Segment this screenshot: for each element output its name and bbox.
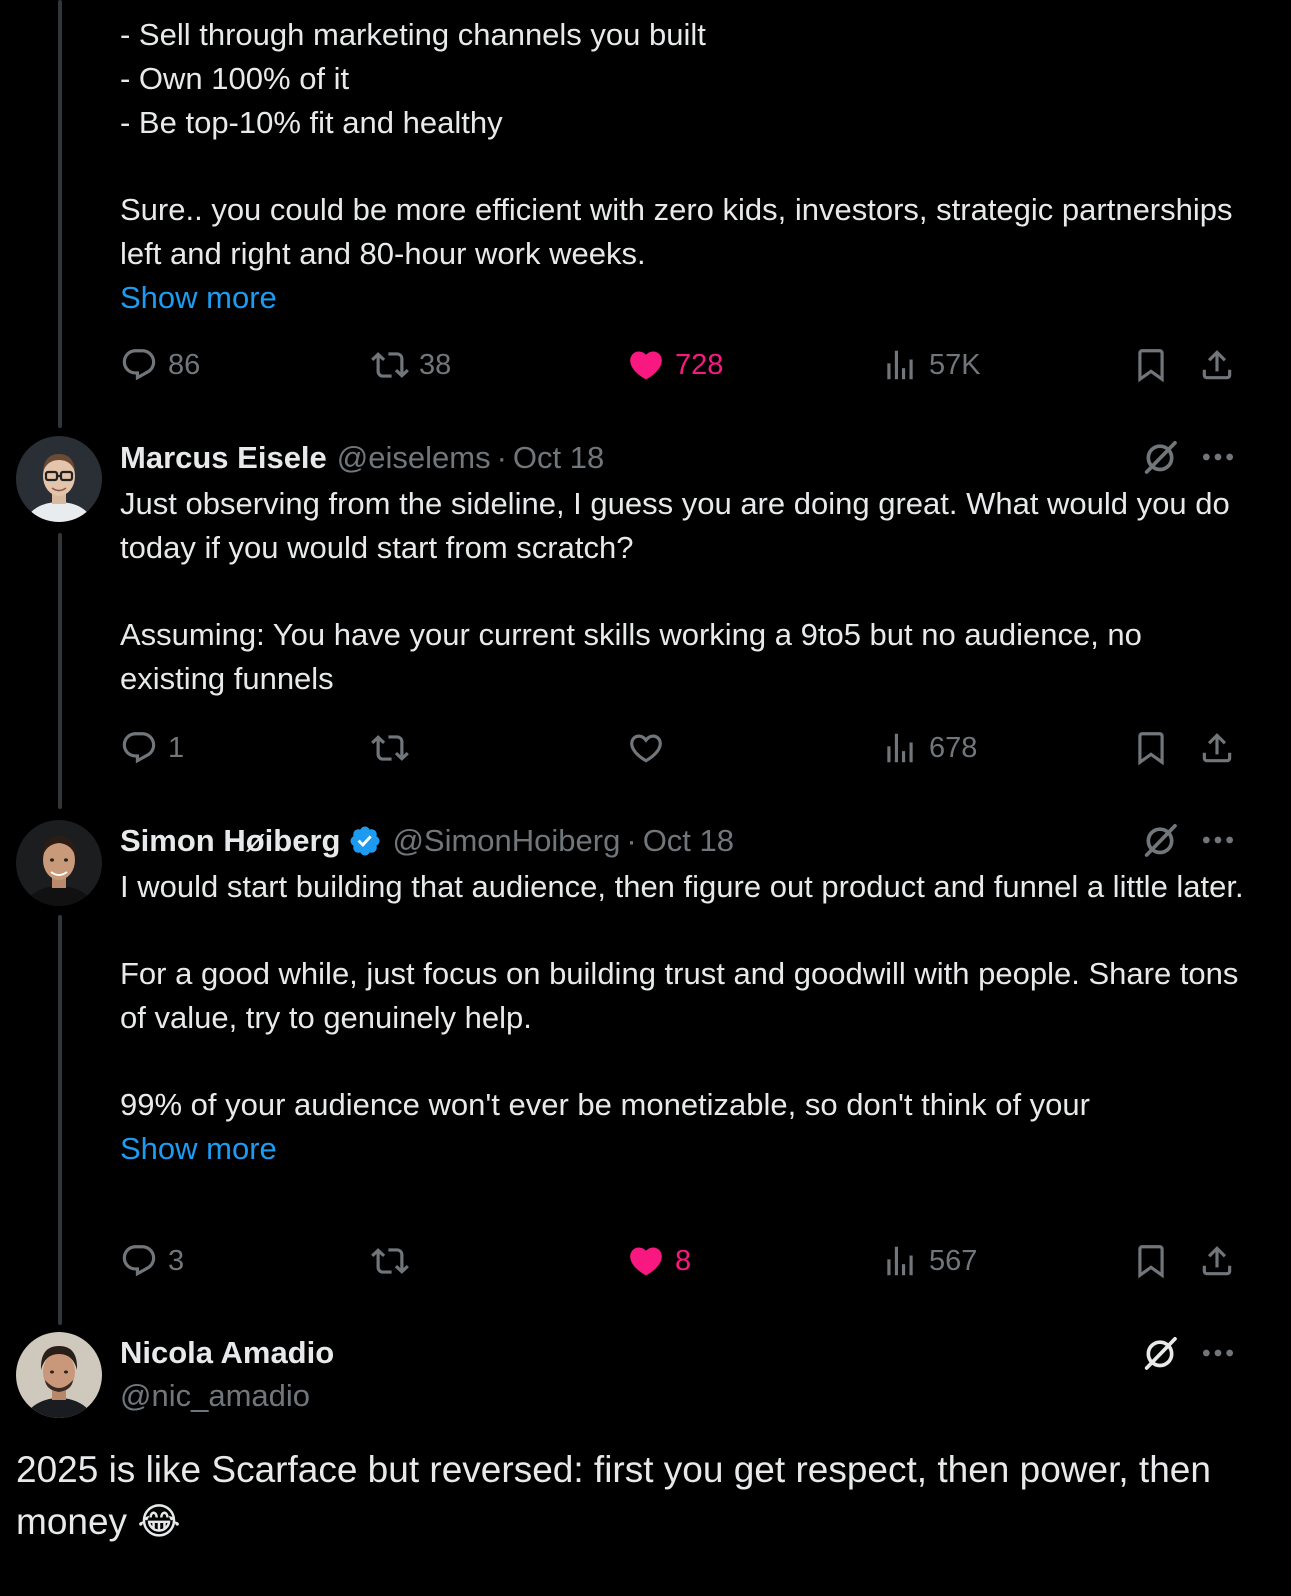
heart-filled-icon <box>627 1242 665 1280</box>
like-button[interactable]: 8 <box>627 1239 691 1283</box>
bookmark-icon <box>1132 729 1170 767</box>
tweet-paragraph: Just observing from the sideline, I gues… <box>120 486 1239 565</box>
tweet-line: - Be top-10% fit and healthy <box>120 105 503 140</box>
tweet-actions: 86 38 728 57K <box>120 343 1250 387</box>
tweet-header: Simon Høiberg @SimonHoiberg · Oct 18 <box>120 819 734 863</box>
more-icon <box>1198 437 1238 477</box>
views-icon <box>881 346 919 384</box>
repost-icon <box>371 729 409 767</box>
tweet-date[interactable]: Oct 18 <box>513 436 604 480</box>
repost-icon <box>371 1242 409 1280</box>
bookmark-button[interactable] <box>1132 343 1170 387</box>
verified-badge-icon[interactable] <box>348 824 382 858</box>
author-name[interactable]: Nicola Amadio <box>120 1331 334 1375</box>
share-icon <box>1198 1242 1236 1280</box>
more-options-button[interactable] <box>1198 1333 1238 1373</box>
tweet-header: Nicola Amadio <box>120 1331 334 1375</box>
bookmark-button[interactable] <box>1132 726 1170 770</box>
tweet-paragraph: Assuming: You have your current skills w… <box>120 617 1151 696</box>
repost-button[interactable]: 38 <box>371 343 451 387</box>
tweet-paragraph: I would start building that audience, th… <box>120 869 1244 904</box>
repost-count: 38 <box>419 348 452 381</box>
share-button[interactable] <box>1198 726 1236 770</box>
author-name[interactable]: Marcus Eisele <box>120 436 327 480</box>
more-icon <box>1198 820 1238 860</box>
tweet-text: I would start building that audience, th… <box>120 865 1250 1171</box>
tweet-paragraph: Sure.. you could be more efficient with … <box>120 192 1242 271</box>
like-button[interactable] <box>627 726 665 770</box>
tweet-paragraph: 99% of your audience won't ever be monet… <box>120 1087 1090 1122</box>
repost-button[interactable] <box>371 726 409 770</box>
author-handle[interactable]: @eiselems <box>337 436 491 480</box>
reply-button[interactable]: 3 <box>120 1239 184 1283</box>
tweet-actions: 1 678 <box>120 726 1250 770</box>
grok-button[interactable] <box>1140 820 1180 860</box>
views-button[interactable]: 678 <box>881 726 977 770</box>
grok-icon <box>1140 1333 1180 1373</box>
separator-dot: · <box>626 823 637 858</box>
tweet-line: - Sell through marketing channels you bu… <box>120 17 706 52</box>
views-icon <box>881 1242 919 1280</box>
grok-icon <box>1140 820 1180 860</box>
more-icon <box>1198 1333 1238 1373</box>
reply-count: 1 <box>168 731 185 764</box>
main-tweet-text: 2025 is like Scarface but reversed: firs… <box>16 1449 1211 1542</box>
tweet-line: - Own 100% of it <box>120 61 350 96</box>
like-button[interactable]: 728 <box>627 343 723 387</box>
bookmark-button[interactable] <box>1132 1239 1170 1283</box>
view-count: 57K <box>929 348 981 381</box>
tweet-header: Marcus Eisele @eiselems · Oct 18 <box>120 436 604 480</box>
author-name[interactable]: Simon Høiberg <box>120 819 340 863</box>
reply-count: 86 <box>168 348 201 381</box>
reply-button[interactable]: 86 <box>120 343 200 387</box>
tweet-text: Just observing from the sideline, I gues… <box>120 482 1250 701</box>
reply-count: 3 <box>168 1244 185 1277</box>
heart-icon <box>627 729 665 767</box>
share-icon <box>1198 346 1236 384</box>
tweet-actions: 3 8 567 <box>120 1239 1250 1283</box>
repost-button[interactable] <box>371 1239 409 1283</box>
view-count: 678 <box>929 731 978 764</box>
author-handle[interactable]: @SimonHoiberg <box>392 819 620 863</box>
avatar[interactable] <box>16 436 102 522</box>
avatar[interactable] <box>16 820 102 906</box>
grok-button[interactable] <box>1140 437 1180 477</box>
avatar-image <box>16 1332 102 1418</box>
share-button[interactable] <box>1198 343 1236 387</box>
reply-icon <box>120 1242 158 1280</box>
show-more-link[interactable]: Show more <box>120 1127 1250 1171</box>
like-count: 728 <box>675 348 724 381</box>
thread-line <box>58 915 62 1325</box>
bookmark-icon <box>1132 346 1170 384</box>
tweet-paragraph: For a good while, just focus on building… <box>120 956 1248 1035</box>
tweet-date[interactable]: Oct 18 <box>643 819 734 863</box>
heart-filled-icon <box>627 346 665 384</box>
views-icon <box>881 729 919 767</box>
view-count: 567 <box>929 1244 978 1277</box>
reply-icon <box>120 346 158 384</box>
thread-line <box>58 0 62 428</box>
more-options-button[interactable] <box>1198 437 1238 477</box>
more-options-button[interactable] <box>1198 820 1238 860</box>
reply-icon <box>120 729 158 767</box>
avatar-image <box>16 436 102 522</box>
share-icon <box>1198 729 1236 767</box>
show-more-link[interactable]: Show more <box>120 276 1250 320</box>
grok-icon <box>1140 437 1180 477</box>
repost-icon <box>371 346 409 384</box>
like-count: 8 <box>675 1244 692 1277</box>
avatar-image <box>16 820 102 906</box>
grok-button[interactable] <box>1140 1333 1180 1373</box>
share-button[interactable] <box>1198 1239 1236 1283</box>
reply-button[interactable]: 1 <box>120 726 184 770</box>
author-handle[interactable]: @nic_amadio <box>120 1374 310 1418</box>
avatar[interactable] <box>16 1332 102 1418</box>
separator-dot: · <box>496 440 507 475</box>
views-button[interactable]: 57K <box>881 343 981 387</box>
bookmark-icon <box>1132 1242 1170 1280</box>
tweet-text: - Sell through marketing channels you bu… <box>120 13 1250 320</box>
thread-line <box>58 533 62 809</box>
views-button[interactable]: 567 <box>881 1239 977 1283</box>
